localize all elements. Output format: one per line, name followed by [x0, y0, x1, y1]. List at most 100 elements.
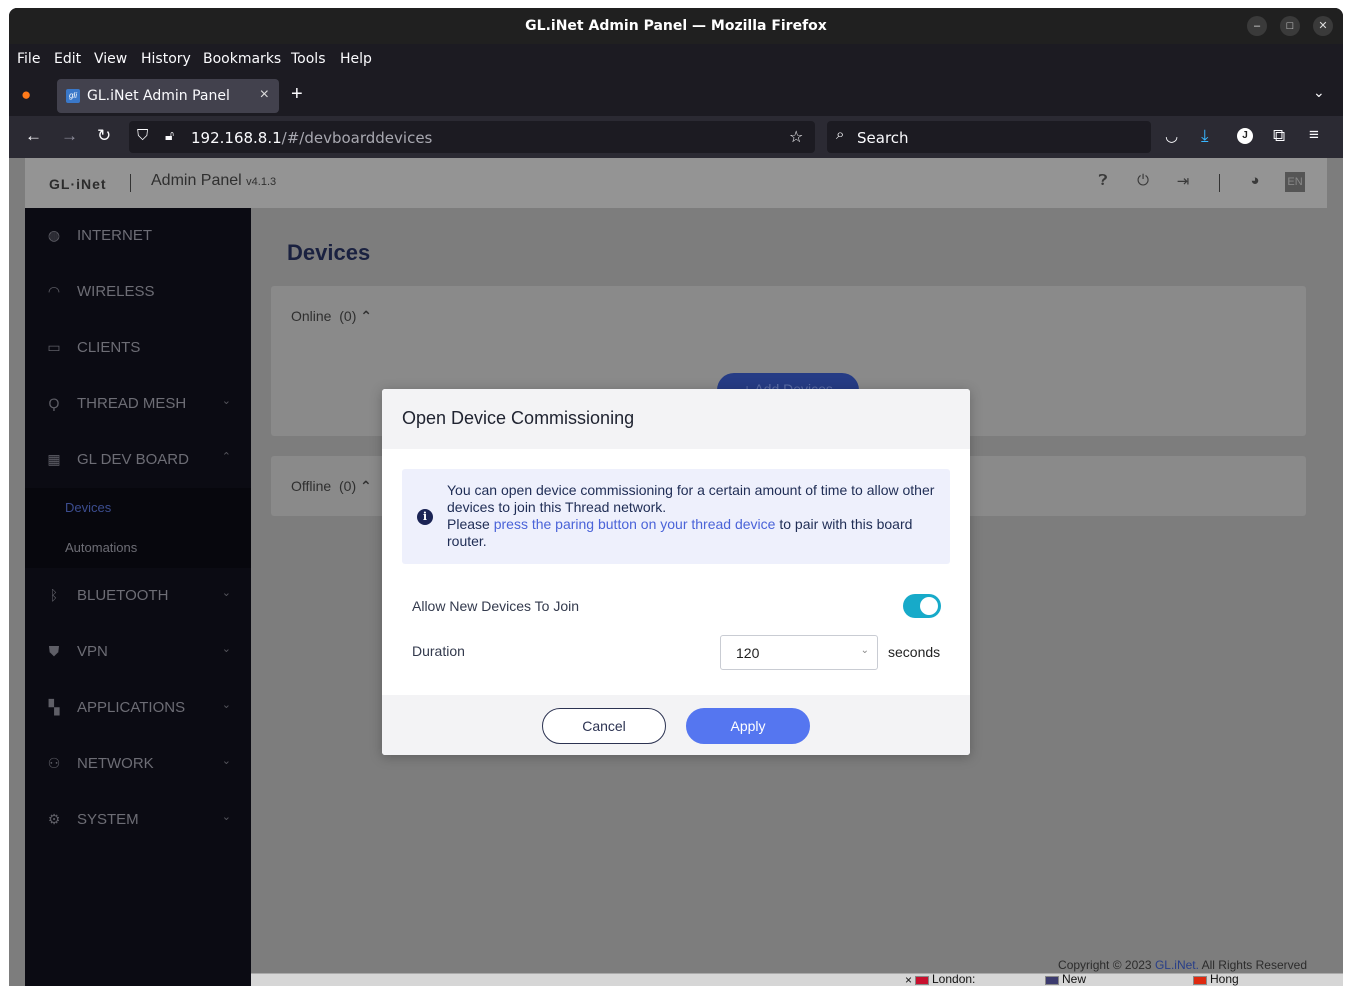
- duration-value: 120: [736, 645, 760, 661]
- gl-inet-link[interactable]: GL.iNet.: [1155, 958, 1199, 972]
- header-divider: [130, 174, 131, 192]
- app-title: Admin Panel v4.1.3: [151, 172, 277, 189]
- tab-label: GL.iNet Admin Panel: [87, 88, 230, 104]
- app-header: GL·iNet Admin Panel v4.1.3 ❓︎ ⏻ ⇥ ◕ EN: [25, 158, 1327, 208]
- info-text: You can open device commissioning for a …: [447, 482, 935, 549]
- sidebar-item-network[interactable]: ⚇ NETWORK ⌄: [25, 736, 251, 792]
- download-icon[interactable]: ⤓: [1201, 126, 1209, 146]
- shield-tracking-icon[interactable]: ⛉: [137, 127, 148, 144]
- reload-icon[interactable]: ↻: [97, 126, 111, 146]
- search-bar[interactable]: ⌕ Search: [827, 121, 1151, 153]
- chevron-down-icon: ⌄: [221, 699, 231, 711]
- sidebar-item-vpn[interactable]: ⛊ VPN ⌄: [25, 624, 251, 680]
- browser-window: GL.iNet Admin Panel — Mozilla Firefox – …: [9, 8, 1343, 986]
- copyright-footer: Copyright © 2023 GL.iNet. All Rights Res…: [1058, 958, 1307, 972]
- language-button[interactable]: EN: [1285, 172, 1305, 192]
- help-icon[interactable]: ❓︎: [1093, 172, 1113, 192]
- duration-select[interactable]: 120 ⌄: [720, 635, 878, 670]
- commissioning-dialog: Open Device Commissioning i You can open…: [382, 389, 970, 755]
- menu-view[interactable]: View: [94, 51, 127, 67]
- offline-label[interactable]: Offline (0) ⌃: [291, 478, 372, 495]
- devices-icon: ▭: [47, 339, 61, 355]
- gear-icon: ⚙: [47, 811, 61, 827]
- chevron-down-icon: ⌄: [221, 395, 231, 407]
- maximize-button[interactable]: □: [1280, 16, 1300, 36]
- search-icon: ⌕: [836, 126, 845, 143]
- dialog-footer: Cancel Apply: [382, 695, 970, 755]
- uk-flag-icon: [915, 976, 929, 986]
- network-icon: ⚇: [47, 755, 61, 771]
- sidebar-item-bluetooth[interactable]: ᛒ BLUETOOTH ⌄: [25, 568, 251, 624]
- sidebar-item-system[interactable]: ⚙ SYSTEM ⌄: [25, 792, 251, 848]
- list-tabs-icon[interactable]: ⌄: [1313, 84, 1325, 101]
- hamburger-menu-icon[interactable]: ≡: [1309, 125, 1319, 145]
- theme-palette-icon[interactable]: ◕: [1245, 172, 1265, 192]
- page-content: GL·iNet Admin Panel v4.1.3 ❓︎ ⏻ ⇥ ◕ EN ◍…: [9, 158, 1343, 986]
- power-icon[interactable]: ⏻: [1133, 172, 1153, 192]
- world-clock-bar: × London: 4:56 am New York: 12:56 am Hon…: [251, 972, 1343, 986]
- brand-logo: GL·iNet: [49, 176, 107, 192]
- info-box: i You can open device commissioning for …: [402, 469, 950, 564]
- close-window-button[interactable]: ✕: [1313, 16, 1333, 36]
- nav-bar: ← → ↻ ⛉ 🔓︎ 192.168.8.1/#/devboarddevices…: [9, 116, 1343, 158]
- close-tab-icon[interactable]: ×: [260, 86, 269, 104]
- menu-bar: File Edit View History Bookmarks Tools H…: [9, 44, 1343, 74]
- sidebar: ◍ INTERNET ◠ WIRELESS ▭ CLIENTS Ϙ THREAD MES…: [25, 208, 251, 986]
- sidebar-item-clients[interactable]: ▭ CLIENTS: [25, 320, 251, 376]
- bookmark-star-icon[interactable]: ☆: [789, 127, 803, 147]
- lock-icon[interactable]: 🔓︎: [165, 127, 174, 144]
- apply-button[interactable]: Apply: [686, 708, 810, 744]
- menu-tools[interactable]: Tools: [291, 51, 326, 67]
- header-divider-right: [1219, 174, 1220, 192]
- forward-icon[interactable]: →: [61, 126, 78, 146]
- clock-close-icon[interactable]: ×: [905, 973, 912, 986]
- clock-london: London: 4:56 am: [915, 972, 975, 986]
- pairing-help-link[interactable]: press the paring button on your thread d…: [494, 516, 776, 532]
- dialog-title: Open Device Commissioning: [402, 408, 635, 428]
- menu-bookmarks[interactable]: Bookmarks: [203, 51, 281, 67]
- bluetooth-icon: ᛒ: [49, 587, 59, 603]
- globe-icon: ◍: [47, 227, 61, 243]
- extensions-icon[interactable]: ⧉: [1273, 126, 1285, 146]
- thread-icon: Ϙ: [48, 395, 60, 411]
- chip-icon: ▦: [47, 451, 61, 467]
- sidebar-item-applications[interactable]: ▚ APPLICATIONS ⌄: [25, 680, 251, 736]
- online-label[interactable]: Online (0) ⌃: [291, 308, 372, 325]
- logout-icon[interactable]: ⇥: [1173, 172, 1193, 192]
- url-text[interactable]: 192.168.8.1/#/devboarddevices: [191, 129, 432, 147]
- menu-edit[interactable]: Edit: [54, 51, 81, 67]
- cancel-button[interactable]: Cancel: [542, 708, 666, 744]
- firefox-icon[interactable]: ●: [21, 85, 31, 105]
- chevron-down-icon: ⌄: [221, 587, 231, 599]
- menu-file[interactable]: File: [17, 51, 40, 67]
- sidebar-item-wireless[interactable]: ◠ WIRELESS: [25, 264, 251, 320]
- chevron-down-icon: ⌄: [221, 755, 231, 767]
- clock-hong-kong: Hong Kong: 12:56 pm: [1193, 972, 1239, 986]
- sidebar-item-internet[interactable]: ◍ INTERNET: [25, 208, 251, 264]
- menu-help[interactable]: Help: [340, 51, 372, 67]
- window-title: GL.iNet Admin Panel — Mozilla Firefox: [525, 18, 827, 34]
- back-icon[interactable]: ←: [25, 126, 42, 146]
- profile-avatar[interactable]: J: [1237, 128, 1253, 144]
- duration-label: Duration: [412, 643, 465, 659]
- sidebar-item-thread-mesh[interactable]: Ϙ THREAD MESH ⌄: [25, 376, 251, 432]
- submenu-item-devices[interactable]: Devices: [65, 500, 111, 515]
- info-icon: i: [417, 509, 433, 525]
- minimize-button[interactable]: –: [1247, 16, 1267, 36]
- page-title: Devices: [287, 240, 371, 265]
- duration-unit: seconds: [888, 644, 941, 660]
- submenu-item-automations[interactable]: Automations: [65, 540, 137, 555]
- chevron-down-icon: ⌄: [221, 811, 231, 823]
- url-bar[interactable]: ⛉ 🔓︎ 192.168.8.1/#/devboarddevices ☆: [129, 121, 815, 153]
- tab-bar: ● gli GL.iNet Admin Panel × + ⌄: [9, 74, 1343, 116]
- pocket-icon[interactable]: ◡: [1165, 127, 1178, 145]
- title-bar: GL.iNet Admin Panel — Mozilla Firefox – …: [9, 8, 1343, 44]
- sidebar-item-gl-dev-board[interactable]: ▦ GL DEV BOARD ⌃: [25, 432, 251, 488]
- search-placeholder: Search: [857, 129, 909, 147]
- menu-history[interactable]: History: [141, 51, 191, 67]
- new-tab-icon[interactable]: +: [291, 83, 303, 106]
- allow-join-toggle[interactable]: [903, 594, 941, 618]
- chevron-down-icon: ⌄: [860, 645, 869, 656]
- tab-admin-panel[interactable]: gli GL.iNet Admin Panel ×: [57, 79, 279, 113]
- shield-icon: ⛊: [48, 643, 60, 659]
